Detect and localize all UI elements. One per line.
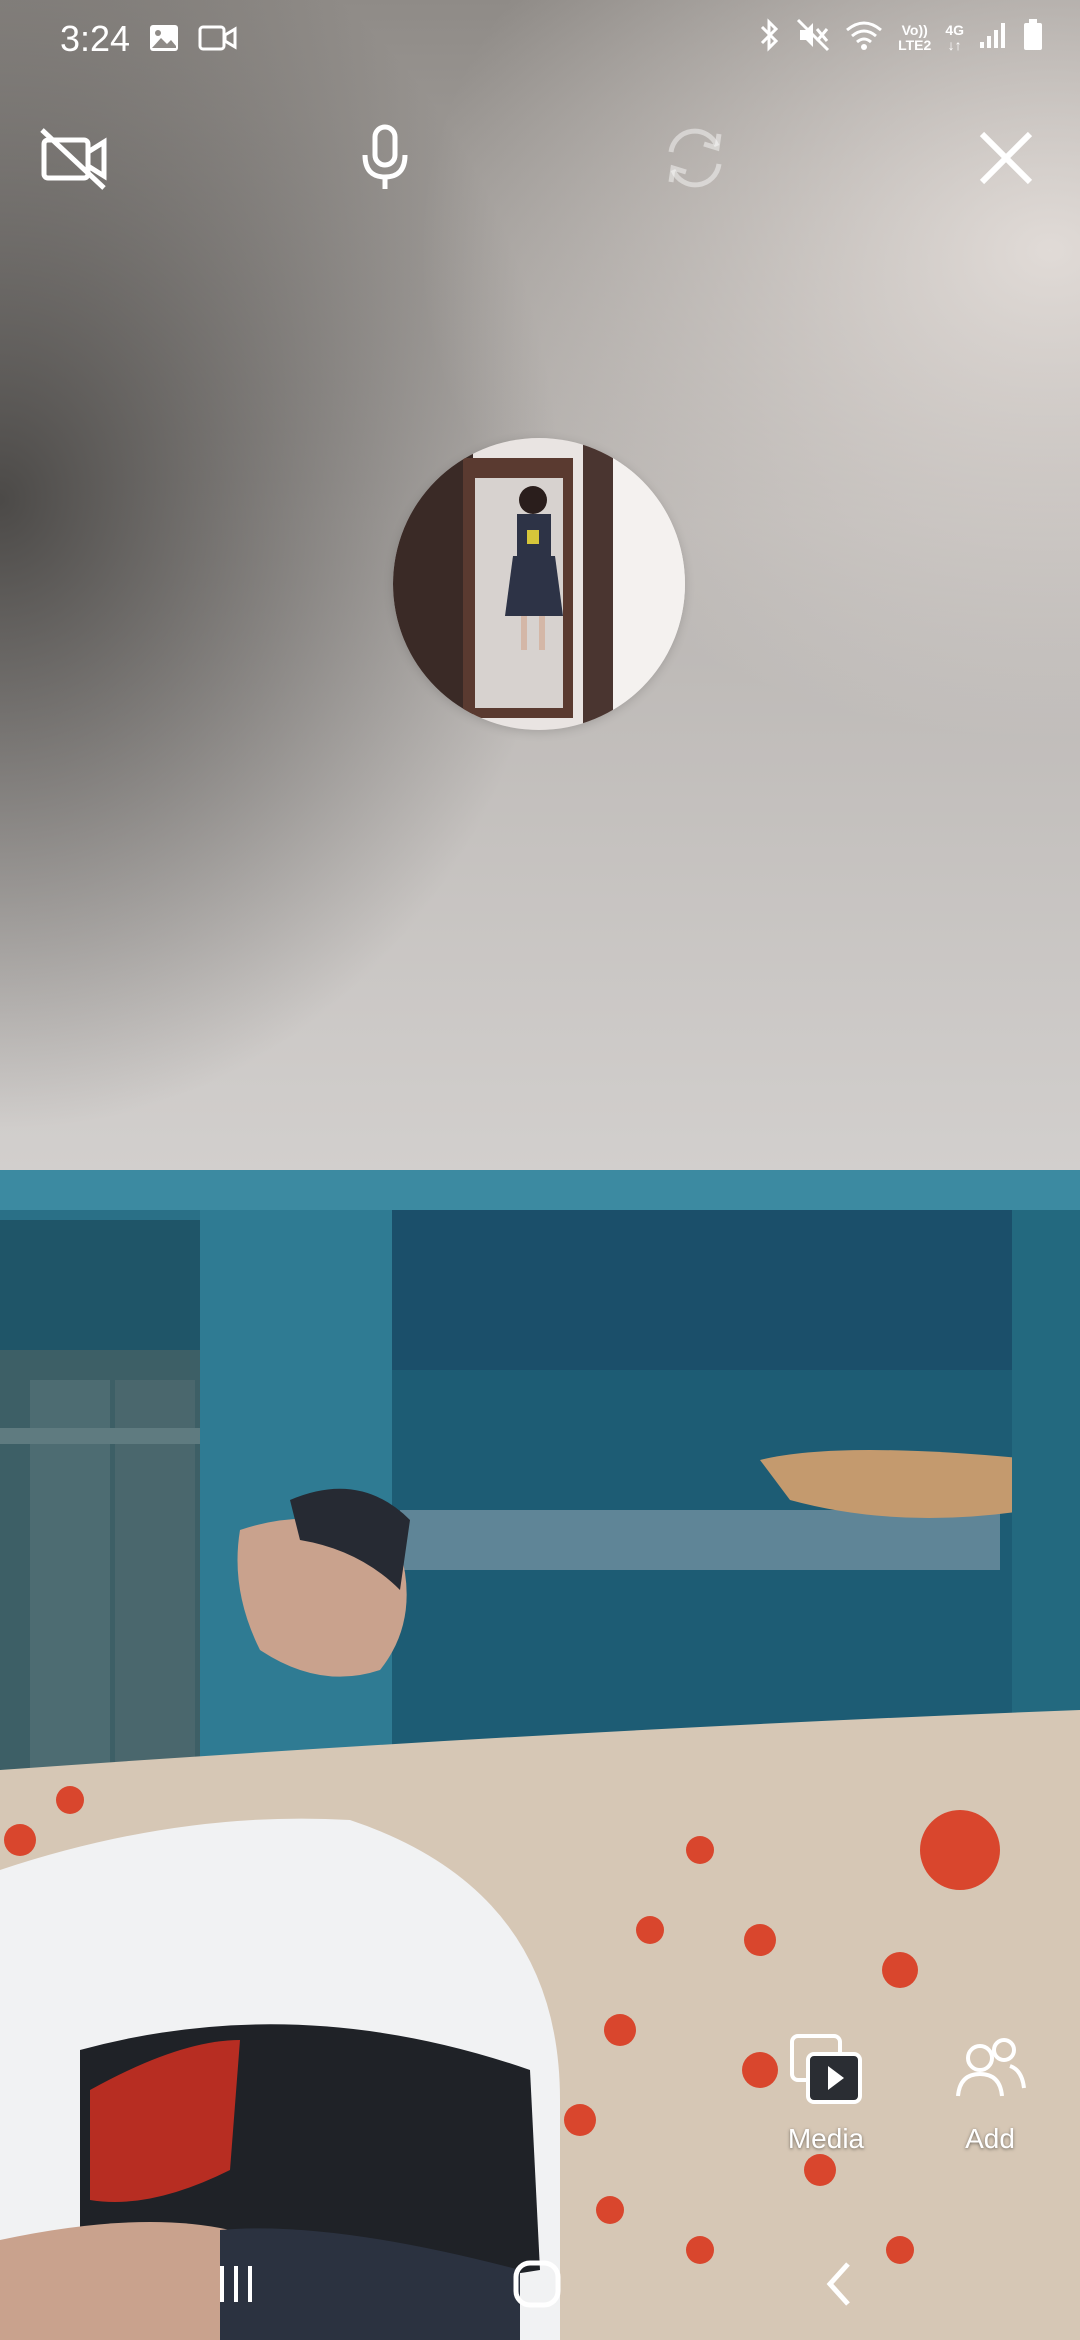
switch-camera-icon [668, 128, 722, 188]
navigation-bar [0, 2230, 1080, 2340]
microphone-button[interactable] [345, 118, 425, 198]
network-type: 4G [945, 21, 964, 38]
microphone-icon [362, 124, 408, 189]
participant-avatar [393, 438, 685, 730]
back-button[interactable] [800, 2252, 880, 2316]
back-icon [826, 2262, 850, 2306]
close-icon [979, 131, 1033, 185]
status-time: 3:24 [60, 18, 131, 59]
call-controls [0, 118, 1080, 198]
camera-toggle-button[interactable] [34, 118, 114, 198]
add-participant-button[interactable]: Add [920, 2032, 1060, 2155]
video-off-icon [40, 128, 107, 190]
volte-badge: Vo)) LTE2 [898, 21, 932, 53]
home-icon [513, 2260, 561, 2308]
status-bar: 3:24 Vo)) LTE2 4G ↓↑ [0, 0, 1080, 84]
add-people-icon [956, 2038, 1026, 2097]
video-call-icon [198, 22, 238, 59]
home-button[interactable] [497, 2252, 577, 2316]
media-label: Media [787, 2123, 865, 2154]
camera-scene [0, 1170, 1080, 2340]
media-button[interactable]: Media [756, 2032, 896, 2155]
bluetooth-icon [756, 18, 782, 57]
gallery-icon [148, 22, 180, 59]
end-call-button[interactable] [966, 118, 1046, 198]
volte-line2: LTE2 [898, 36, 932, 53]
volte-line1: Vo)) [901, 21, 928, 38]
signal-icon [978, 20, 1008, 55]
data-arrows-icon: ↓↑ [947, 36, 962, 53]
mute-icon [796, 18, 830, 57]
profile-photo [393, 438, 685, 730]
battery-icon [1022, 18, 1044, 57]
media-icon [790, 2034, 862, 2104]
wifi-icon [844, 18, 884, 57]
local-video-feed [0, 1170, 1080, 2340]
recent-apps-button[interactable] [196, 2252, 276, 2316]
4g-badge: 4G ↓↑ [945, 21, 964, 53]
recent-apps-icon [220, 2266, 252, 2302]
add-label: Add [965, 2123, 1015, 2154]
switch-camera-button[interactable] [655, 118, 735, 198]
